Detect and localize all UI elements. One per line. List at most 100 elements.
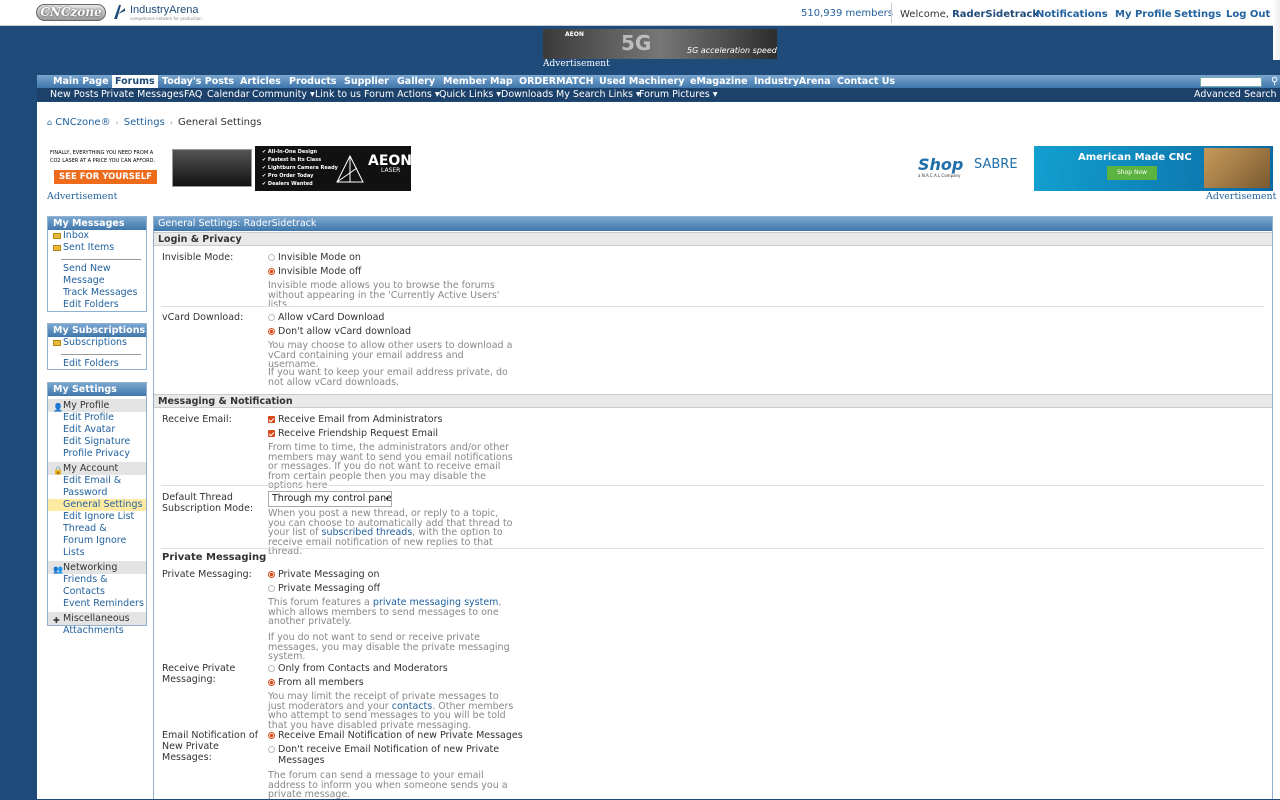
breadcrumb-settings[interactable]: Settings <box>124 117 165 128</box>
nav-emagazine[interactable]: eMagazine <box>690 75 748 88</box>
nav-downloads[interactable]: Downloads <box>501 88 553 101</box>
sidebar-item-edit-folders[interactable]: Edit Folders <box>48 299 146 311</box>
see-for-yourself-button[interactable]: SEE FOR YOURSELF <box>54 170 157 184</box>
logout-link[interactable]: Log Out <box>1226 9 1270 20</box>
notifications-menu[interactable]: Notifications <box>1036 9 1108 20</box>
ad-logo-sub: LASER <box>381 167 401 174</box>
breadcrumb: ⌂ CNCzone® › Settings › General Settings <box>47 117 262 128</box>
private-messaging-on-radio[interactable] <box>268 571 275 578</box>
sidebar-item-track-messages[interactable]: Track Messages <box>48 287 146 299</box>
invisible-mode-off-label[interactable]: Invisible Mode off <box>278 266 361 277</box>
pm-contacts-only-radio[interactable] <box>268 665 275 672</box>
email-pm-off-label[interactable]: Don't receive Email Notification of new … <box>278 744 508 766</box>
disallow-vcard-radio[interactable] <box>268 328 275 335</box>
nav-gallery[interactable]: Gallery <box>397 75 435 88</box>
receive-admin-email-checkbox[interactable] <box>268 416 275 423</box>
pm-all-members-radio[interactable] <box>268 679 275 686</box>
nav-quick-links[interactable]: Quick Links ▾ <box>439 88 501 101</box>
sidebar-item-edit-signature[interactable]: Edit Signature <box>48 436 146 448</box>
breadcrumb-home[interactable]: CNCzone® <box>55 117 110 128</box>
my-settings-header[interactable]: My Settings <box>48 383 146 396</box>
nav-calendar[interactable]: Calendar <box>207 88 250 101</box>
allow-vcard-radio[interactable] <box>268 314 275 321</box>
sidebar-item-thread-forum-ignore-lists[interactable]: Thread & Forum Ignore Lists <box>48 523 138 559</box>
private-messaging-off-label[interactable]: Private Messaging off <box>278 583 380 594</box>
sidebar-group-label: Miscellaneous <box>63 613 130 624</box>
sidebar-item-general-settings[interactable]: General Settings <box>48 499 146 511</box>
nav-faq[interactable]: FAQ <box>184 88 202 101</box>
pm-all-members-label[interactable]: From all members <box>278 677 364 688</box>
sidebar-item-profile-privacy[interactable]: Profile Privacy <box>48 448 146 460</box>
private-messaging-on-label[interactable]: Private Messaging on <box>278 569 379 580</box>
nav-link-to-us[interactable]: Link to us <box>315 88 361 101</box>
nav-products[interactable]: Products <box>289 75 337 88</box>
email-pm-on-label[interactable]: Receive Email Notification of new Privat… <box>278 730 523 741</box>
cnczone-logo[interactable]: CNCzone <box>36 4 106 21</box>
search-input[interactable] <box>1200 77 1262 87</box>
advanced-search-link[interactable]: Advanced Search <box>1194 89 1277 100</box>
receive-pm-description: You may limit the receipt of private mes… <box>268 692 516 730</box>
ad-feature: ✔ Pro Order Today <box>262 173 314 179</box>
nav-industryarena[interactable]: IndustryArena <box>754 75 831 88</box>
nav-my-search-links[interactable]: My Search Links ▾ <box>556 88 641 101</box>
nav-todays-posts[interactable]: Today's Posts <box>162 75 234 88</box>
nav-new-posts[interactable]: New Posts <box>50 88 99 101</box>
nav-forum-actions[interactable]: Forum Actions ▾ <box>364 88 440 101</box>
receive-friendship-email-label[interactable]: Receive Friendship Request Email <box>278 428 438 439</box>
sidebar-item-event-reminders[interactable]: Event Reminders <box>48 598 146 610</box>
private-messaging-description: This forum features a private messaging … <box>268 598 516 627</box>
private-messaging-description-2: If you do not want to send or receive pr… <box>268 632 510 662</box>
my-messages-box: My Messages Inbox Sent Items Send New Me… <box>47 216 147 312</box>
nav-ordermatch[interactable]: ORDERMATCH <box>519 75 594 88</box>
nav-private-messages[interactable]: Private Messages <box>101 88 184 101</box>
nav-member-map[interactable]: Member Map <box>443 75 513 88</box>
invisible-mode-on-label[interactable]: Invisible Mode on <box>278 252 361 263</box>
sidebar-item-inbox[interactable]: Inbox <box>48 230 146 242</box>
nav-community[interactable]: Community ▾ <box>252 88 315 101</box>
my-subscriptions-header[interactable]: My Subscriptions <box>48 324 146 337</box>
disallow-vcard-label[interactable]: Don't allow vCard download <box>278 326 411 337</box>
sidebar-item-subscriptions[interactable]: Subscriptions <box>48 337 146 349</box>
nav-contact-us[interactable]: Contact Us <box>837 75 895 88</box>
divider <box>161 548 1264 549</box>
aeon-laser-advertisement[interactable]: FINALLY, EVERYTHING YOU NEED FROM A CO2 … <box>47 146 411 191</box>
nav-main-page[interactable]: Main Page <box>53 75 109 88</box>
email-pm-on-radio[interactable] <box>268 732 275 739</box>
pm-contacts-only-label[interactable]: Only from Contacts and Moderators <box>278 663 448 674</box>
shop-now-button[interactable]: Shop Now <box>1107 166 1157 180</box>
private-messaging-off-radio[interactable] <box>268 585 275 592</box>
nav-articles[interactable]: Articles <box>240 75 281 88</box>
nav-used-machinery[interactable]: Used Machinery <box>599 75 685 88</box>
sidebar-item-edit-ignore-list[interactable]: Edit Ignore List <box>48 511 146 523</box>
home-icon[interactable]: ⌂ <box>47 118 52 127</box>
allow-vcard-label[interactable]: Allow vCard Download <box>278 312 384 323</box>
my-profile-link[interactable]: My Profile <box>1115 9 1172 20</box>
receive-friendship-email-checkbox[interactable] <box>268 430 275 437</box>
invisible-mode-on-radio[interactable] <box>268 254 275 261</box>
sidebar-item-send-new-message[interactable]: Send New Message <box>48 263 134 287</box>
settings-link[interactable]: Settings <box>1174 9 1221 20</box>
top-advertisement-banner[interactable]: AEON 5G 5G acceleration speed <box>543 29 777 59</box>
username-link[interactable]: RaderSidetrack <box>952 9 1039 20</box>
nav-supplier[interactable]: Supplier <box>344 75 389 88</box>
ad-feature-panel: ✔ All-In-One Design ✔ Fastest In Its Cla… <box>255 146 411 191</box>
shopsabre-advertisement[interactable]: Shop SABRE a N.A.C.A.L Company American … <box>912 146 1273 191</box>
email-pm-off-radio[interactable] <box>268 746 275 753</box>
secondary-nav: New Posts Private Messages FAQ Calendar … <box>37 88 1280 101</box>
search-icon[interactable]: ⚲ <box>1271 76 1278 87</box>
sidebar-item-attachments[interactable]: Attachments <box>48 625 146 637</box>
sidebar-item-edit-profile[interactable]: Edit Profile <box>48 412 146 424</box>
industryarena-tagline: competence network for production <box>130 16 202 21</box>
sidebar-item-edit-folders[interactable]: Edit Folders <box>48 358 146 370</box>
my-messages-header[interactable]: My Messages <box>48 217 146 230</box>
sidebar-item-sent-items[interactable]: Sent Items <box>48 242 146 254</box>
thread-subscription-value: Through my control panel only <box>272 493 392 504</box>
invisible-mode-off-radio[interactable] <box>268 268 275 275</box>
thread-subscription-select[interactable]: Through my control panel only▾ <box>268 491 392 507</box>
sidebar-item-edit-avatar[interactable]: Edit Avatar <box>48 424 146 436</box>
nav-forums[interactable]: Forums <box>112 75 158 88</box>
receive-admin-email-label[interactable]: Receive Email from Administrators <box>278 414 442 425</box>
nav-forum-pictures[interactable]: Forum Pictures ▾ <box>639 88 718 101</box>
sidebar-item-edit-email-password[interactable]: Edit Email & Password <box>48 475 128 499</box>
sidebar-item-friends-contacts[interactable]: Friends & Contacts <box>48 574 113 598</box>
